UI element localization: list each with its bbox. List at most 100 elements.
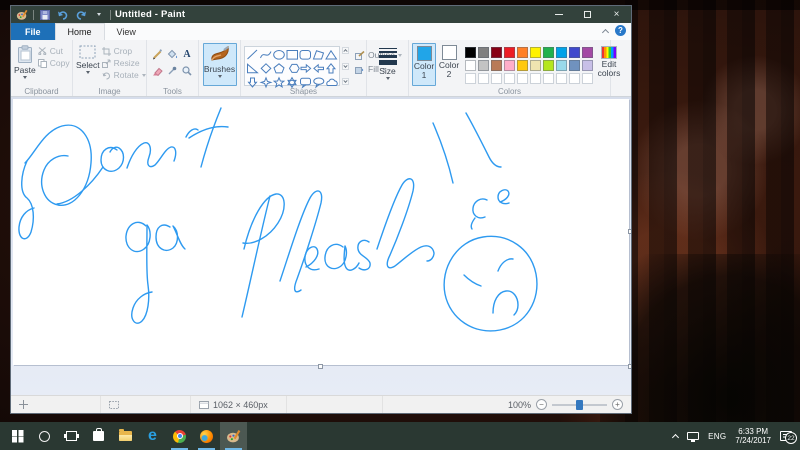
- brushes-button[interactable]: Brushes: [202, 43, 237, 86]
- palette-swatch[interactable]: [491, 60, 502, 71]
- zoom-slider-thumb[interactable]: [576, 399, 583, 410]
- status-selection-size: [101, 396, 191, 413]
- palette-swatch[interactable]: [543, 47, 554, 58]
- resize-button[interactable]: Resize: [101, 58, 146, 68]
- cortana-icon: [39, 430, 50, 442]
- palette-swatch[interactable]: [569, 60, 580, 71]
- palette-swatch[interactable]: [478, 47, 489, 58]
- drawing-stroke-D-sweep: [56, 166, 104, 205]
- tab-view[interactable]: View: [105, 23, 148, 40]
- palette-swatch[interactable]: [517, 60, 528, 71]
- shapes-scrollbar[interactable]: [342, 46, 349, 86]
- help-icon[interactable]: ?: [615, 25, 626, 36]
- drawing-stroke-left-eye: [463, 274, 482, 287]
- file-explorer-button[interactable]: [112, 422, 139, 450]
- shapes-more-icon[interactable]: [342, 78, 349, 85]
- palette-swatch-empty[interactable]: [556, 73, 567, 84]
- copy-button[interactable]: Copy: [37, 58, 70, 68]
- palette-swatch[interactable]: [569, 47, 580, 58]
- palette-swatch-empty[interactable]: [517, 73, 528, 84]
- canvas-resize-handle-bottom[interactable]: [318, 364, 323, 369]
- edit-colors-button[interactable]: Edit colors: [596, 43, 622, 86]
- palette-swatch[interactable]: [465, 47, 476, 58]
- palette-swatch[interactable]: [556, 60, 567, 71]
- palette-swatch[interactable]: [530, 47, 541, 58]
- shapes-scroll-down-icon[interactable]: [342, 62, 349, 70]
- color1-button[interactable]: Color 1: [412, 43, 436, 86]
- eraser-tool[interactable]: [150, 63, 164, 79]
- fill-tool[interactable]: [165, 46, 179, 62]
- maximize-button[interactable]: [573, 6, 602, 23]
- paint-taskbar-button[interactable]: [220, 422, 247, 450]
- shapes-grid[interactable]: [244, 46, 340, 89]
- palette-swatch[interactable]: [582, 60, 593, 71]
- store-button[interactable]: [85, 422, 112, 450]
- tab-home[interactable]: Home: [54, 23, 105, 40]
- chrome-button[interactable]: [166, 422, 193, 450]
- pencil-tool[interactable]: [150, 46, 164, 62]
- palette-swatch[interactable]: [504, 60, 515, 71]
- notification-icon[interactable]: 22: [780, 431, 797, 444]
- rotate-button[interactable]: Rotate: [102, 70, 146, 80]
- language-indicator[interactable]: ENG: [708, 432, 726, 441]
- palette-swatch-empty[interactable]: [491, 73, 502, 84]
- brush-icon: [210, 46, 229, 61]
- palette-swatch-empty[interactable]: [465, 73, 476, 84]
- size-button[interactable]: Size: [371, 43, 405, 86]
- text-tool[interactable]: A: [180, 46, 194, 62]
- group-clipboard: Paste Cut Copy Clipboard: [11, 40, 73, 96]
- crop-button[interactable]: Crop: [101, 46, 146, 56]
- palette-swatch-empty[interactable]: [530, 73, 541, 84]
- undo-button[interactable]: [56, 8, 70, 22]
- brushes-label: Brushes: [203, 64, 236, 74]
- color1-swatch: [416, 46, 432, 61]
- palette-swatch[interactable]: [465, 60, 476, 71]
- tab-file[interactable]: File: [11, 23, 55, 40]
- save-button[interactable]: [38, 8, 52, 22]
- collapse-ribbon-icon[interactable]: [601, 28, 610, 36]
- close-button[interactable]: ×: [602, 6, 631, 23]
- select-button[interactable]: Select: [76, 43, 100, 86]
- edge-button[interactable]: e: [139, 422, 166, 450]
- color2-button[interactable]: Color 2: [438, 43, 460, 86]
- paint-canvas[interactable]: [13, 99, 629, 365]
- paste-label: Paste: [14, 65, 36, 75]
- qat-dropdown-icon[interactable]: [92, 8, 106, 22]
- palette-swatch[interactable]: [478, 60, 489, 71]
- palette-swatch[interactable]: [530, 60, 541, 71]
- palette-swatch[interactable]: [504, 47, 515, 58]
- paste-button[interactable]: Paste: [14, 43, 36, 86]
- cut-button[interactable]: Cut: [38, 46, 70, 56]
- zoom-control: 100% − +: [500, 399, 631, 410]
- color-picker-tool[interactable]: [165, 63, 179, 79]
- network-icon[interactable]: [687, 432, 700, 442]
- drawing-stroke-D-tail: [18, 160, 35, 240]
- shapes-scroll-up-icon[interactable]: [342, 47, 349, 54]
- window-title: Untitled - Paint: [115, 9, 186, 20]
- palette-swatch-empty[interactable]: [569, 73, 580, 84]
- magnifier-tool[interactable]: [180, 63, 194, 79]
- palette-swatch[interactable]: [517, 47, 528, 58]
- palette-swatch[interactable]: [556, 47, 567, 58]
- palette-swatch[interactable]: [491, 47, 502, 58]
- palette-swatch-empty[interactable]: [504, 73, 515, 84]
- clock[interactable]: 6:33 PM 7/24/2017: [735, 427, 771, 445]
- palette-swatch-empty[interactable]: [478, 73, 489, 84]
- tray-expand-icon[interactable]: [672, 433, 680, 441]
- canvas-resize-handle-corner[interactable]: [628, 364, 631, 369]
- firefox-button[interactable]: [193, 422, 220, 450]
- canvas-resize-handle-right[interactable]: [628, 229, 631, 234]
- palette-swatch[interactable]: [543, 60, 554, 71]
- palette-swatch[interactable]: [582, 47, 593, 58]
- minimize-button[interactable]: [544, 6, 573, 23]
- zoom-slider[interactable]: [552, 399, 607, 410]
- redo-button[interactable]: [74, 8, 88, 22]
- zoom-out-button[interactable]: −: [536, 399, 547, 410]
- palette-swatch-empty[interactable]: [543, 73, 554, 84]
- cortana-button[interactable]: [31, 422, 58, 450]
- zoom-in-button[interactable]: +: [612, 399, 623, 410]
- task-view-button[interactable]: [58, 422, 85, 450]
- palette-swatch-empty[interactable]: [582, 73, 593, 84]
- start-button[interactable]: [4, 422, 31, 450]
- cut-label: Cut: [49, 46, 63, 56]
